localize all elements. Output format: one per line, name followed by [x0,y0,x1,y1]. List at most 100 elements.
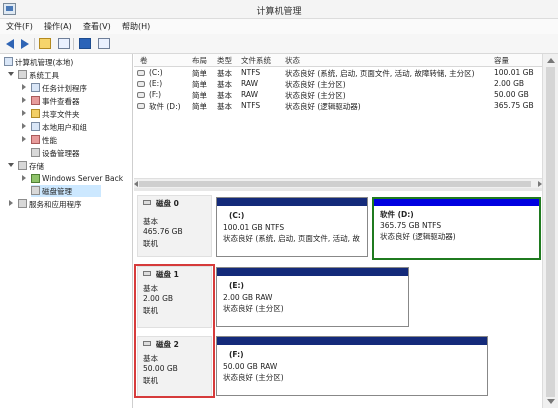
tree-disk-management[interactable]: 磁盘管理 [31,185,101,197]
cell-capacity: 2.00 GB [494,79,525,88]
tree-services-apps-label: 服务和应用程序 [29,200,82,209]
partition-status: 状态良好 (主分区) [223,373,284,382]
expand-icon[interactable] [22,175,26,181]
table-row[interactable]: (E:) 简单 基本 RAW 状态良好 (主分区) 2.00 GB [134,79,542,90]
performance-icon [31,135,40,144]
title-bar: 计算机管理 [0,0,558,19]
cell-layout: 简单 [192,69,207,78]
disk-size: 465.76 GB [143,227,183,236]
disk-state: 联机 [143,239,158,248]
column-header-status[interactable]: 状态 [285,55,300,66]
expand-icon[interactable] [22,123,26,129]
cell-status: 状态良好 (逻辑驱动器) [285,102,361,111]
volume-list-table: 卷 布局 类型 文件系统 状态 容量 (C:) 简单 基本 NTFS 状态良好 … [134,54,542,178]
tree-device-manager-label: 设备管理器 [42,149,80,158]
table-row[interactable]: (F:) 简单 基本 RAW 状态良好 (主分区) 50.00 GB [134,90,542,101]
column-header-layout[interactable]: 布局 [192,55,207,66]
partition-name: (C:) [229,211,245,220]
disk-title: 磁盘 2 [156,340,179,349]
collapse-icon[interactable] [8,72,14,76]
disk-type: 基本 [143,217,158,226]
disk-icon [143,200,151,205]
cell-filesystem: NTFS [241,68,261,77]
partition-e[interactable]: (E:) 2.00 GB RAW 状态良好 (主分区) [216,267,409,327]
navigation-tree: 计算机管理(本地) 系统工具 任务计划程序 事件查看器 共享文件夹 本地用户和组… [0,54,133,408]
volume-icon [137,81,145,87]
cell-layout: 简单 [192,91,207,100]
column-header-type[interactable]: 类型 [217,55,232,66]
tree-root-label: 计算机管理(本地) [15,58,74,67]
tree-local-users-label: 本地用户和组 [42,123,87,132]
vertical-scrollbar[interactable] [542,54,558,408]
partition-d-logical[interactable]: 软件 (D:) 365.75 GB NTFS 状态良好 (逻辑驱动器) [372,197,541,260]
cell-type: 基本 [217,69,232,78]
event-icon [31,96,40,105]
show-hide-tree-icon[interactable] [57,37,71,50]
disk-1-label[interactable]: 磁盘 1 基本 2.00 GB 联机 [137,266,212,328]
toolbar [0,34,558,54]
up-level-icon[interactable] [38,37,52,50]
menu-action[interactable]: 操作(A) [44,21,72,32]
cell-type: 基本 [217,102,232,111]
horizontal-scrollbar[interactable] [134,178,542,188]
expand-icon[interactable] [22,136,26,142]
collapse-icon[interactable] [8,163,14,167]
partition-f[interactable]: (F:) 50.00 GB RAW 状态良好 (主分区) [216,336,488,396]
column-header-capacity[interactable]: 容量 [494,55,509,66]
partition-bar [217,198,367,206]
partition-status: 状态良好 (系统, 启动, 页面文件, 活动, 故 [223,234,360,243]
window-title: 计算机管理 [256,7,302,17]
backup-icon [31,174,40,183]
toolbar-separator [34,38,35,50]
back-icon[interactable] [4,37,18,50]
horizontal-scroll-thumb[interactable] [139,181,531,187]
cell-status: 状态良好 (主分区) [285,80,346,89]
scroll-up-icon[interactable] [547,58,555,63]
disk-state: 联机 [143,376,158,385]
cell-capacity: 100.01 GB [494,68,534,77]
clock-icon [31,83,40,92]
disk-map: 磁盘 0 基本 465.76 GB 联机 (C:) 100.01 GB NTFS… [134,191,542,408]
menu-view[interactable]: 查看(V) [83,21,111,32]
partition-bar [217,337,487,345]
tree-shared-folders-label: 共享文件夹 [42,110,80,119]
partition-size-fs: 100.01 GB NTFS [223,223,285,232]
cell-volume: (F:) [149,90,162,99]
partition-name: (F:) [229,350,244,359]
logical-bar [374,199,539,206]
scroll-down-icon[interactable] [547,399,555,404]
expand-icon[interactable] [22,110,26,116]
folder-icon [31,109,40,118]
menu-help[interactable]: 帮助(H) [122,21,150,32]
volume-icon [137,103,145,109]
disk-icon [143,341,151,346]
tree-performance-label: 性能 [42,136,57,145]
partition-bar [217,268,408,276]
forward-icon[interactable] [18,37,32,50]
partition-c[interactable]: (C:) 100.01 GB NTFS 状态良好 (系统, 启动, 页面文件, … [216,197,368,257]
table-row[interactable]: (C:) 简单 基本 NTFS 状态良好 (系统, 启动, 页面文件, 活动, … [134,68,542,79]
cell-status: 状态良好 (系统, 启动, 页面文件, 活动, 故障转储, 主分区) [285,69,475,78]
disk-2-label[interactable]: 磁盘 2 基本 50.00 GB 联机 [137,336,212,398]
expand-icon[interactable] [9,200,13,206]
disk-0-label[interactable]: 磁盘 0 基本 465.76 GB 联机 [137,195,212,257]
properties-icon[interactable] [97,37,111,50]
storage-icon [18,161,27,170]
users-icon [31,122,40,131]
menu-file[interactable]: 文件(F) [6,21,33,32]
partition-size-fs: 2.00 GB RAW [223,293,273,302]
disk-management-icon [31,186,40,195]
expand-icon[interactable] [22,84,26,90]
expand-icon[interactable] [22,97,26,103]
cell-volume: (C:) [149,68,163,77]
disk-title: 磁盘 1 [156,270,179,279]
table-row[interactable]: 软件 (D:) 简单 基本 NTFS 状态良好 (逻辑驱动器) 365.75 G… [134,101,542,112]
vertical-scroll-thumb[interactable] [546,67,555,397]
scroll-left-icon[interactable] [134,181,138,187]
help-icon[interactable] [78,37,92,50]
cell-type: 基本 [217,80,232,89]
column-header-volume[interactable]: 卷 [140,55,148,66]
table-header: 卷 布局 类型 文件系统 状态 容量 [134,54,542,67]
column-header-filesystem[interactable]: 文件系统 [241,55,271,66]
disk-size: 2.00 GB [143,294,174,303]
